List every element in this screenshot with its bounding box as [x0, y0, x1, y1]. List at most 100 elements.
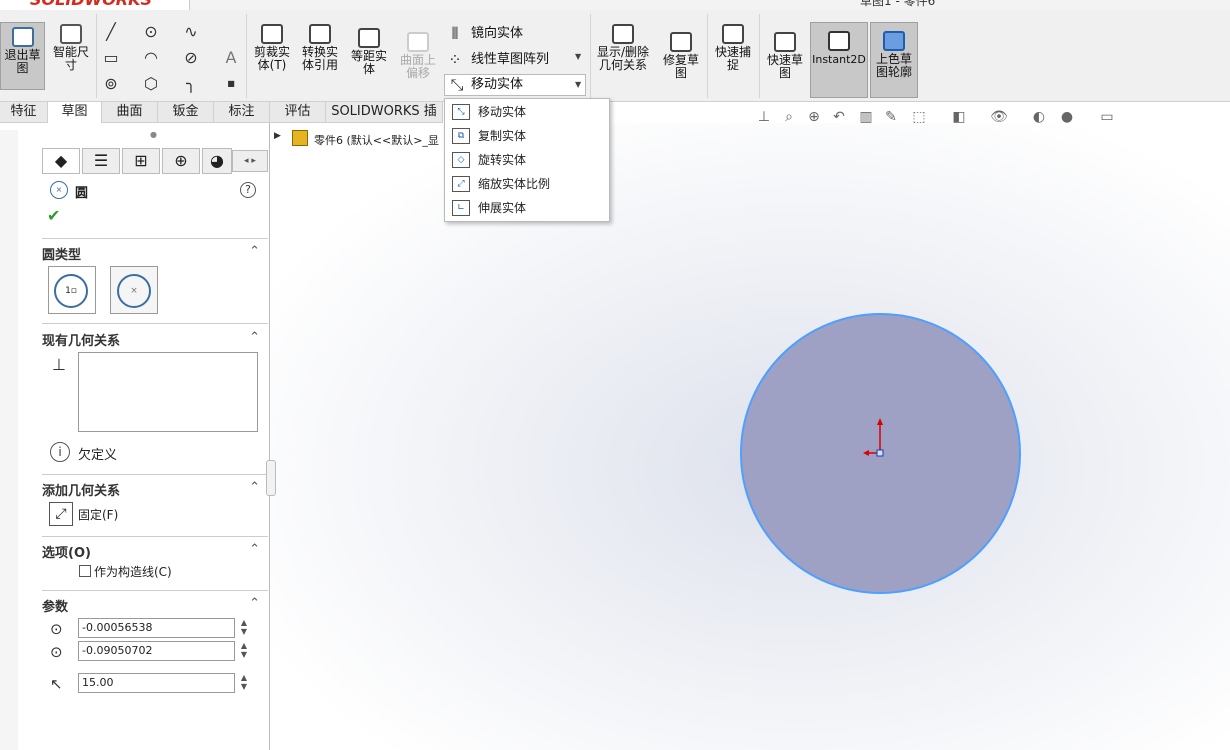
smart-dimension-button[interactable]: 智能尺 寸	[48, 24, 94, 90]
slot-icon[interactable]: ⊚	[100, 74, 122, 94]
section-existing-relations[interactable]: 现有几何关系 ⌃	[42, 330, 268, 349]
circle-icon[interactable]: ⊙	[140, 22, 162, 42]
linear-pattern-button[interactable]: 线性草图阵列	[471, 51, 549, 69]
fix-relation-button[interactable]: 固定(F)	[78, 506, 118, 523]
convert-entities-button[interactable]: 转换实 体引用	[297, 24, 343, 90]
ok-check-icon[interactable]: ✔	[47, 206, 60, 225]
shaded-sketch-contours-button[interactable]: 上色草 图轮廓	[870, 22, 918, 98]
cube-icon	[309, 24, 331, 44]
chevron-down-icon[interactable]: ▼	[575, 52, 581, 61]
section-view-icon[interactable]: ▥	[857, 108, 875, 126]
zoom-area-icon[interactable]: ⊕	[805, 108, 823, 126]
surface-offset-label: 曲面上 偏移	[399, 53, 436, 80]
collapse-icon[interactable]: ⌃	[249, 542, 260, 557]
menu-item-copy[interactable]: ⧉ 复制实体	[445, 124, 609, 148]
center-circle-icon: 1▫	[54, 274, 88, 308]
tab-solidworks-addins[interactable]: SOLIDWORKS 插件	[326, 102, 443, 139]
center-circle-button[interactable]: 1▫	[48, 266, 96, 314]
perimeter-circle-button[interactable]: ×	[110, 266, 158, 314]
existing-relations-list[interactable]	[78, 352, 258, 432]
display-style-icon[interactable]: ◧	[950, 108, 968, 126]
display-delete-relations-button[interactable]: 显示/删除 几何关系	[594, 24, 652, 90]
move-entities-dropdown[interactable]: ⤡ 移动实体 ▼	[444, 74, 586, 96]
tab-evaluate[interactable]: 评估	[270, 102, 326, 123]
offset-on-surface-button[interactable]: 曲面上 偏移	[395, 32, 441, 90]
linear-pattern-icon: ⁘	[448, 50, 462, 69]
tree-expand-icon[interactable]: ▶	[274, 131, 281, 141]
trim-entities-button[interactable]: 剪裁实 体(T)	[250, 24, 294, 90]
arc-icon[interactable]: ◠	[140, 48, 162, 68]
chevron-down-icon[interactable]: ▼	[575, 80, 581, 89]
menu-item-rotate[interactable]: ◇ 旋转实体	[445, 148, 609, 172]
display-manager-tab[interactable]: ◕	[202, 148, 232, 174]
appearance-icon[interactable]: ◐	[1030, 108, 1048, 126]
exit-sketch-button[interactable]: 退出草 图	[0, 22, 45, 90]
section-add-relations[interactable]: 添加几何关系 ⌃	[42, 480, 268, 499]
previous-view-icon[interactable]: ↶	[830, 108, 848, 126]
collapse-icon[interactable]: ⌃	[249, 480, 260, 495]
construction-label: 作为构造线(C)	[94, 565, 172, 579]
mirror-entities-button[interactable]: 镜向实体	[471, 25, 523, 43]
feature-tree-part[interactable]: 零件6 (默认<<默认>_显	[314, 132, 442, 148]
instant2d-button[interactable]: Instant2D	[810, 22, 868, 98]
panel-splitter-handle[interactable]	[266, 460, 276, 496]
rapid-sketch-button[interactable]: 快速草 图	[762, 32, 808, 90]
divider	[42, 323, 268, 324]
dynamic-annotation-icon[interactable]: ✎	[882, 108, 900, 126]
divider	[42, 590, 268, 591]
collapse-icon[interactable]: ⌃	[249, 244, 260, 259]
menu-item-scale[interactable]: ⤢ 缩放实体比例	[445, 172, 609, 196]
feature-tree-icon: ◆	[54, 151, 68, 170]
polygon-icon[interactable]: ⬡	[140, 74, 162, 94]
scene-icon[interactable]: ●	[1058, 108, 1076, 126]
trim-label: 剪裁实 体(T)	[253, 45, 290, 72]
hide-show-icon[interactable]: 👁	[990, 108, 1008, 126]
tab-sketch[interactable]: 草图	[48, 102, 102, 123]
property-manager-tab[interactable]: ☰	[82, 148, 120, 174]
section-circle-type[interactable]: 圆类型 ⌃	[42, 244, 268, 263]
section-title: 参数	[42, 600, 69, 615]
tab-features[interactable]: 特征	[0, 102, 48, 123]
tab-markup[interactable]: 标注	[214, 102, 270, 123]
collapse-icon[interactable]: ⌃	[249, 596, 260, 611]
tab-scroll-arrows[interactable]: ◂ ▸	[232, 150, 268, 172]
section-options[interactable]: 选项(O) ⌃	[42, 542, 268, 561]
text-icon[interactable]: A	[220, 48, 242, 68]
center-x-input[interactable]: -0.00056538	[78, 618, 235, 638]
view-orientation-cube-icon[interactable]: ⬚	[910, 108, 928, 126]
tab-sheet-metal[interactable]: 钣金	[158, 102, 214, 123]
center-y-input[interactable]: -0.09050702	[78, 641, 235, 661]
construction-checkbox[interactable]	[79, 565, 91, 577]
collapse-icon[interactable]: ⌃	[249, 330, 260, 345]
menu-item-move[interactable]: ⤡ 移动实体	[445, 100, 609, 124]
configuration-manager-tab[interactable]: ⊞	[122, 148, 160, 174]
panel-handle-icon[interactable]: ●	[150, 130, 157, 139]
offset-entities-button[interactable]: 等距实 体	[346, 28, 392, 90]
line-icon[interactable]: ╱	[100, 22, 122, 42]
circle-icon: ×	[50, 181, 68, 199]
feature-manager-tab[interactable]: ◆	[42, 148, 80, 174]
dimxpert-tab[interactable]: ⊕	[162, 148, 200, 174]
view-settings-icon[interactable]: ▭	[1098, 108, 1116, 126]
tab-surfaces[interactable]: 曲面	[102, 102, 158, 123]
radius-spinner[interactable]: ▲ ▼	[238, 673, 250, 693]
radius-input[interactable]: 15.00	[78, 673, 235, 693]
rectangle-icon[interactable]: ▭	[100, 48, 122, 68]
center-x-spinner[interactable]: ▲ ▼	[238, 618, 250, 638]
fillet-icon[interactable]: ╮	[180, 74, 202, 94]
zoom-to-fit-icon[interactable]: ⌕	[780, 108, 798, 126]
menu-item-stretch[interactable]: ∟ 伸展实体	[445, 196, 609, 220]
section-parameters[interactable]: 参数 ⌃	[42, 596, 268, 615]
center-y-spinner[interactable]: ▲ ▼	[238, 641, 250, 661]
shaded-sketch-icon	[883, 31, 905, 51]
move-icon: ⤡	[452, 104, 470, 120]
view-orientation-icon[interactable]: ⊥	[755, 108, 773, 126]
point-icon[interactable]: ■	[220, 74, 242, 94]
quick-snaps-button[interactable]: 快速捕 捉	[710, 24, 756, 90]
part-icon	[292, 130, 308, 146]
fix-relation-icon[interactable]: ⤢	[49, 502, 73, 526]
repair-sketch-button[interactable]: 修复草 图	[658, 32, 704, 90]
help-icon[interactable]: ?	[240, 182, 256, 198]
ellipse-icon[interactable]: ⊘	[180, 48, 202, 68]
spline-icon[interactable]: ∿	[180, 22, 202, 42]
